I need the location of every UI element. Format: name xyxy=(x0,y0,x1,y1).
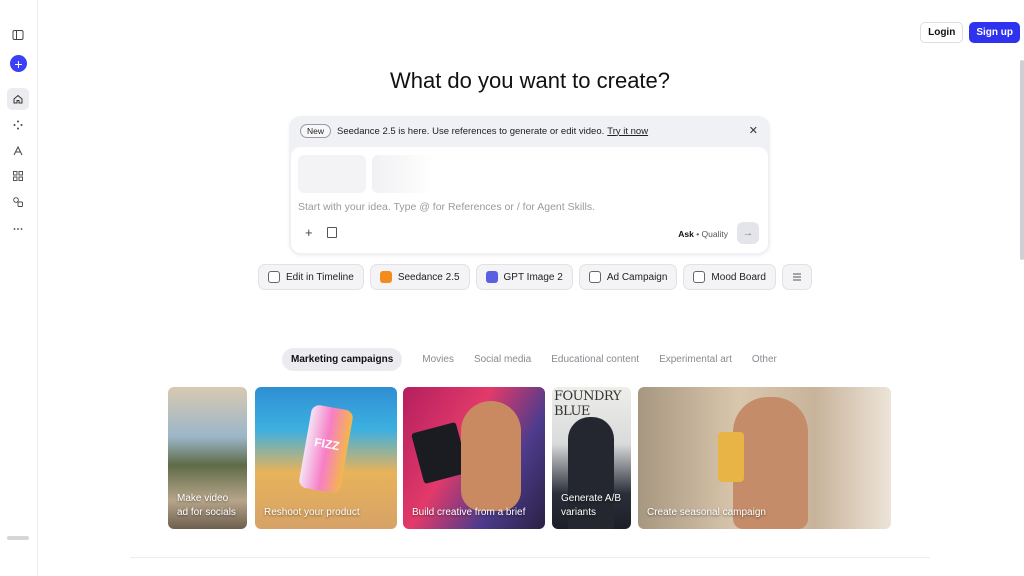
close-icon[interactable]: ✕ xyxy=(749,124,758,137)
card-video-ad[interactable]: Make video ad for socials xyxy=(168,387,247,529)
chip-label: Edit in Timeline xyxy=(286,271,354,283)
chip-label: GPT Image 2 xyxy=(503,271,563,283)
prompt-box[interactable]: Start with your idea. Type @ for Referen… xyxy=(291,147,768,253)
card-creative-brief[interactable]: Build creative from a brief xyxy=(403,387,545,529)
document-icon[interactable] xyxy=(327,227,337,238)
nodes-icon[interactable] xyxy=(7,114,29,136)
send-arrow-icon[interactable]: → xyxy=(737,222,759,244)
tab-experimental-art[interactable]: Experimental art xyxy=(659,354,732,365)
signup-button[interactable]: Sign up xyxy=(969,22,1020,43)
text-tool-icon[interactable] xyxy=(7,140,29,162)
document-icon xyxy=(588,271,601,283)
new-badge: New xyxy=(300,124,332,138)
auth-buttons: Login Sign up xyxy=(920,22,1020,43)
portrait-image xyxy=(461,401,521,511)
more-icon[interactable] xyxy=(7,218,29,240)
apps-grid-icon[interactable] xyxy=(7,165,29,187)
card-caption: Reshoot your product xyxy=(264,507,360,518)
chip-label: Seedance 2.5 xyxy=(397,271,460,283)
chip-label: Ad Campaign xyxy=(606,271,668,283)
perfume-bottle-image xyxy=(718,432,744,482)
seedance-icon xyxy=(379,271,392,283)
timeline-icon xyxy=(268,271,280,283)
tab-marketing-campaigns[interactable]: Marketing campaigns xyxy=(282,348,403,371)
gpt-icon xyxy=(485,271,498,283)
announcement-banner: New Seedance 2.5 is here. Use references… xyxy=(289,116,770,146)
tab-educational-content[interactable]: Educational content xyxy=(551,354,639,365)
rail-scroll-handle[interactable] xyxy=(7,536,29,540)
quick-actions: Edit in Timeline Seedance 2.5 GPT Image … xyxy=(258,264,812,290)
login-button[interactable]: Login xyxy=(920,22,964,43)
category-tabs: Marketing campaigns Movies Social media … xyxy=(282,348,777,371)
card-caption: Build creative from a brief xyxy=(412,507,526,518)
chip-label: Mood Board xyxy=(711,271,766,283)
chip-seedance[interactable]: Seedance 2.5 xyxy=(369,264,470,290)
card-reshoot-product[interactable]: FIZZ Reshoot your product xyxy=(255,387,397,529)
sidebar-toggle-icon[interactable] xyxy=(7,24,29,46)
card-seasonal-campaign[interactable]: Create seasonal campaign xyxy=(638,387,891,529)
document-icon xyxy=(693,271,706,283)
reference-slot[interactable] xyxy=(372,155,434,193)
assets-icon[interactable] xyxy=(7,191,29,213)
page-title: What do you want to create? xyxy=(389,68,671,93)
list-icon xyxy=(792,273,801,281)
divider xyxy=(130,557,930,558)
chip-mood-board[interactable]: Mood Board xyxy=(683,264,776,290)
chip-gpt-image[interactable]: GPT Image 2 xyxy=(475,264,573,290)
try-it-now-link[interactable]: Try it now xyxy=(607,126,648,137)
tab-movies[interactable]: Movies xyxy=(422,354,454,365)
quality-label: Quality xyxy=(701,229,728,239)
prompt-input[interactable]: Start with your idea. Type @ for Referen… xyxy=(298,201,595,213)
announcement-text: Seedance 2.5 is here. Use references to … xyxy=(337,125,605,137)
soda-can-image: FIZZ xyxy=(298,403,354,495)
card-caption: Make video ad for socials xyxy=(177,493,236,518)
card-caption: Create seasonal campaign xyxy=(647,507,766,518)
tab-social-media[interactable]: Social media xyxy=(474,354,531,365)
poster-title: FOUNDRY BLUE xyxy=(554,389,621,419)
add-icon[interactable]: + xyxy=(305,225,313,240)
tab-other[interactable]: Other xyxy=(752,354,777,365)
chip-edit-in-timeline[interactable]: Edit in Timeline xyxy=(258,264,364,290)
mode-label: Ask xyxy=(678,229,694,239)
card-caption: Generate A/B variants xyxy=(561,493,622,518)
chip-ad-campaign[interactable]: Ad Campaign xyxy=(578,264,678,290)
prompt-composer: New Seedance 2.5 is here. Use references… xyxy=(289,116,770,255)
card-ab-variants[interactable]: FOUNDRY BLUE Generate A/B variants xyxy=(552,387,631,529)
more-options-button[interactable] xyxy=(781,264,812,290)
mode-quality-selector[interactable]: Ask • Quality xyxy=(678,229,728,239)
reference-slot[interactable] xyxy=(298,155,366,193)
